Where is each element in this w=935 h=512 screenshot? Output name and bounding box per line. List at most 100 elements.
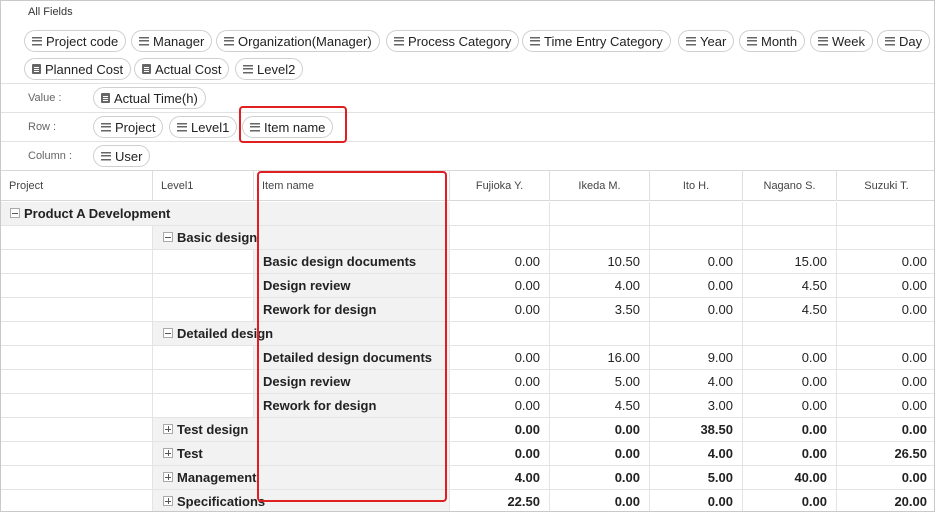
- chip-label: Week: [832, 33, 865, 49]
- lines-icon: [177, 122, 187, 132]
- value-cell: [837, 226, 934, 249]
- column-header-project[interactable]: Project: [1, 171, 153, 201]
- value-cell: 0.00: [743, 370, 837, 393]
- collapse-icon[interactable]: [10, 208, 20, 218]
- project-cell: [1, 418, 153, 441]
- value-chip-actual-time-h[interactable]: Actual Time(h): [93, 87, 206, 109]
- level1-cell: [153, 298, 254, 321]
- value-cell: 0.00: [901, 470, 927, 485]
- item-label: Detailed design documents: [263, 350, 433, 365]
- row-chip-project[interactable]: Project: [93, 116, 164, 138]
- collapse-icon[interactable]: [163, 232, 173, 242]
- value-cell: 0.00: [450, 394, 550, 417]
- value-cell: [550, 226, 650, 249]
- value-cell: 0.00: [450, 274, 550, 297]
- doc-icon: [32, 64, 41, 74]
- value-cell: 0.00: [650, 274, 743, 297]
- field-chip-year[interactable]: Year: [678, 30, 735, 52]
- table-row: Product A Development: [1, 202, 934, 226]
- chip-label: User: [115, 148, 143, 164]
- field-chip-day[interactable]: Day: [877, 30, 931, 52]
- column-header-suzuki-t[interactable]: Suzuki T.: [837, 171, 934, 201]
- field-chip-organization-manager[interactable]: Organization(Manager): [216, 30, 380, 52]
- value-cell: 0.00: [743, 442, 837, 465]
- level1-cell: [153, 274, 254, 297]
- column-header-nagano-s[interactable]: Nagano S.: [743, 171, 837, 201]
- column-header-level1[interactable]: Level1: [153, 171, 254, 201]
- value-cell: 0.00: [450, 370, 550, 393]
- value-cell: [650, 202, 743, 225]
- value-cell: 0.00: [450, 250, 550, 273]
- row-chip-level1[interactable]: Level1: [169, 116, 238, 138]
- row-chip-item-name[interactable]: Item name: [242, 116, 334, 138]
- value-cell: 26.50: [894, 446, 927, 461]
- item-label: Design review: [263, 374, 351, 389]
- lines-icon: [530, 36, 540, 46]
- field-chip-planned-cost[interactable]: Planned Cost: [24, 58, 132, 80]
- column-header-ikeda-m[interactable]: Ikeda M.: [550, 171, 650, 201]
- value-cell: [550, 202, 650, 225]
- field-chip-week[interactable]: Week: [810, 30, 873, 52]
- item-name-cell: [254, 490, 450, 511]
- lines-icon: [224, 36, 234, 46]
- chip-label: Project code: [46, 33, 119, 49]
- value-cell: 22.50: [450, 490, 550, 511]
- lines-icon: [250, 122, 260, 132]
- chip-label: Level2: [257, 61, 296, 77]
- table-row: Basic design: [1, 226, 934, 250]
- chip-label: Manager: [153, 33, 205, 49]
- project-cell: [1, 442, 153, 465]
- value-cell: [450, 226, 550, 249]
- lines-icon: [818, 36, 828, 46]
- project-cell: [1, 394, 153, 417]
- column-header-item-name[interactable]: Item name: [254, 171, 450, 201]
- field-chip-manager[interactable]: Manager: [131, 30, 213, 52]
- value-cell: 0.00: [901, 374, 927, 389]
- value-cell: [550, 322, 650, 345]
- column-header-fujioka-y[interactable]: Fujioka Y.: [450, 171, 550, 201]
- field-chip-process-category[interactable]: Process Category: [386, 30, 520, 52]
- column-chip-user[interactable]: User: [93, 145, 151, 167]
- field-chip-month[interactable]: Month: [739, 30, 806, 52]
- value-cell: 16.00: [550, 346, 650, 369]
- value-cell: [743, 322, 837, 345]
- field-chip-actual-cost[interactable]: Actual Cost: [134, 58, 230, 80]
- level1-label: Management: [177, 470, 257, 485]
- field-chip-project-code[interactable]: Project code: [24, 30, 127, 52]
- value-cell: 0.00: [550, 466, 650, 489]
- project-cell: [1, 226, 153, 249]
- value-cell: 5.00: [550, 370, 650, 393]
- field-chip-time-entry-category[interactable]: Time Entry Category: [522, 30, 671, 52]
- chip-label: Month: [761, 33, 798, 49]
- expand-icon[interactable]: [163, 448, 173, 458]
- value-cell: 10.50: [550, 250, 650, 273]
- value-cell: 3.00: [650, 394, 743, 417]
- expand-icon[interactable]: [163, 496, 173, 506]
- value-cell: 0.00: [743, 346, 837, 369]
- lines-icon: [101, 151, 111, 161]
- project-cell: [1, 298, 153, 321]
- project-cell: [1, 466, 153, 489]
- value-cell: 0.00: [450, 418, 550, 441]
- value-cell: 40.00: [743, 466, 837, 489]
- collapse-icon[interactable]: [163, 328, 173, 338]
- chip-label: Item name: [264, 119, 326, 135]
- chip-label: Level1: [191, 119, 230, 135]
- field-chip-level2[interactable]: Level2: [235, 58, 304, 80]
- table-row: Specifications 22.50 0.00 0.00 0.00 20.00: [1, 490, 934, 511]
- project-cell: [1, 346, 153, 369]
- project-cell: [1, 490, 153, 511]
- value-cell: 0.00: [743, 418, 837, 441]
- value-cell: 0.00: [550, 490, 650, 511]
- item-label: Design review: [263, 278, 351, 293]
- project-label: Product A Development: [24, 206, 171, 221]
- column-header-ito-h[interactable]: Ito H.: [650, 171, 743, 201]
- value-cell: [650, 322, 743, 345]
- column-zone-label: Column :: [28, 150, 73, 162]
- table-row: Test 0.00 0.00 4.00 0.00 26.50: [1, 442, 934, 466]
- expand-icon[interactable]: [163, 472, 173, 482]
- value-cell: 4.50: [743, 274, 837, 297]
- expand-icon[interactable]: [163, 424, 173, 434]
- value-cell: 0.00: [650, 490, 743, 511]
- value-cell: 0.00: [901, 302, 927, 317]
